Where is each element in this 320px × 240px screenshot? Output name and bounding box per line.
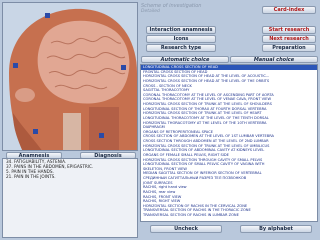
research-list-item-label: HORIZONTAL THORACOTOMY AT THE LEVEL OF T… bbox=[143, 120, 267, 125]
anatomy-image-panel bbox=[2, 2, 138, 151]
research-list-item-label: RACHIS, right hand view bbox=[143, 185, 187, 190]
research-list-item-label: SAGITTAL THORACOTOMY bbox=[143, 88, 190, 93]
card-index-button[interactable]: Card-index bbox=[262, 6, 316, 14]
research-list-item-label: HORIZONTAL SECTION OF RACHIS IN THE CERV… bbox=[143, 203, 248, 208]
research-list-item-label: СРЕДИННЫЙ САГИТТАЛЬНЫЙ РАЗРЕЗ ТЕЛ ПОЗВОН… bbox=[143, 176, 247, 180]
research-type-button[interactable]: Research type bbox=[146, 44, 216, 52]
tab-manual-choice[interactable]: Manual choice bbox=[230, 56, 318, 63]
research-list-item-label: JOINT SURFACES bbox=[143, 180, 173, 185]
research-list-item-label: ORGANS OF RETROPERITONEAL SPACE bbox=[143, 129, 213, 134]
head-cross-section-image bbox=[3, 3, 137, 150]
research-list-item-label: HORIZONTAL CROSS SECTION OF HEAD AT THE … bbox=[143, 78, 270, 83]
icons-button[interactable]: Icons bbox=[146, 35, 216, 43]
next-research-button[interactable]: Next research bbox=[262, 35, 316, 43]
uncheck-button[interactable]: Uncheck bbox=[150, 225, 222, 233]
research-list-item-label: LONGITUDINAL SECTION OF THORAX AT FOURTH… bbox=[143, 106, 267, 111]
research-list-item-label: SKELETON, FRONT VIEW bbox=[143, 166, 187, 171]
research-list-item-label: CROSS SECTION THROUGH ABDOMEN AT THE LEV… bbox=[143, 139, 269, 143]
research-list-item-label: RACHIS, FRONT VIEW bbox=[143, 194, 182, 199]
research-list-item-label: CROSS - SECTION OF NECK bbox=[143, 83, 192, 88]
page-subtitle: Detailed bbox=[141, 9, 160, 14]
preparation-button[interactable]: Preparation bbox=[262, 44, 316, 52]
interaction-anamnesis-button[interactable]: Interaction anamnesis bbox=[146, 26, 216, 34]
research-list-item-label: LONGITUDINAL SECTION OF ABDOMINAL CAVITY… bbox=[143, 148, 265, 153]
research-list-item-label: HORIZONTAL CROSS SECTION OF TRUNK AT THE… bbox=[143, 143, 270, 148]
research-list-item-label: RACHIS, rear view bbox=[143, 189, 176, 194]
anamnesis-item[interactable]: 21. PAIN IN THE JOINTS. bbox=[3, 174, 137, 179]
research-list-item-label: LONGITUDINAL CROSS SECTION OF HEAD bbox=[143, 65, 218, 69]
research-list-item-label: DIAPHRAGM bbox=[143, 125, 165, 130]
by-alphabet-button[interactable]: By alphabet bbox=[240, 225, 312, 233]
anamnesis-list[interactable]: 34. FATIGUABILITY, ASTENIA. 37. PAINS IN … bbox=[2, 158, 138, 238]
research-list-item-label: TRANSVERSAL SECTION OF RACHIS IN THE THO… bbox=[143, 208, 251, 213]
tab-automatic-choice[interactable]: Automatic choice bbox=[141, 56, 229, 63]
research-list-item-label: FRONTAL CROSS SECTION OF HEAD bbox=[143, 69, 208, 74]
research-list-item-label: CROSS SECTION OF ABDOMEN AT THE LEVEL OF… bbox=[143, 134, 275, 139]
research-list-item-label: TRANSVERSAL SECTION OF RACHIS IN LUMBAR … bbox=[143, 213, 239, 217]
research-list-item-label: ORGANS OF FEMALE SMALL PELVIS, RIGHT SID… bbox=[143, 152, 229, 157]
research-list-item-label: MEDIAN SAGITTAL SECTION OF INFERIOR SECT… bbox=[143, 171, 262, 176]
research-list[interactable]: LONGITUDINAL CROSS SECTION OF HEAD FRONTA… bbox=[140, 64, 318, 222]
research-list-item-label: LONGITUDINAL SECTION OF SMALL PELVIC CAV… bbox=[143, 162, 265, 167]
research-list-item-label: RACHIS, RIGHT VIEW bbox=[143, 199, 181, 204]
research-list-item-label: LONGITUDINAL THORACOTOMY AT THE LEVEL OF… bbox=[143, 115, 269, 120]
research-list-item-label: HORIZONTAL CROSS SECTION OF TRUNK AT THE… bbox=[143, 102, 272, 106]
research-list-item-label: CORONAL THORACOTOMY AT THE LEVEL OF ASCE… bbox=[143, 92, 274, 97]
research-list-item-label: HORIZONTAL CROSS SECTION OF TRUNK AT THE… bbox=[143, 111, 262, 116]
research-list-item-label: HORIZONTAL CROSS SECTION THROUGH CAVITY … bbox=[143, 157, 263, 162]
research-list-item[interactable]: TRANSVERSAL SECTION OF RACHIS IN LUMBAR … bbox=[141, 213, 317, 218]
start-research-button[interactable]: Start research bbox=[262, 26, 316, 34]
research-list-item-label: CORONAL THORACOTOMY AT THE LEVEL OF VENA… bbox=[143, 97, 271, 102]
research-list-item-label: HORIZONTAL CROSS SECTION OF HEAD AT THE … bbox=[143, 74, 270, 79]
